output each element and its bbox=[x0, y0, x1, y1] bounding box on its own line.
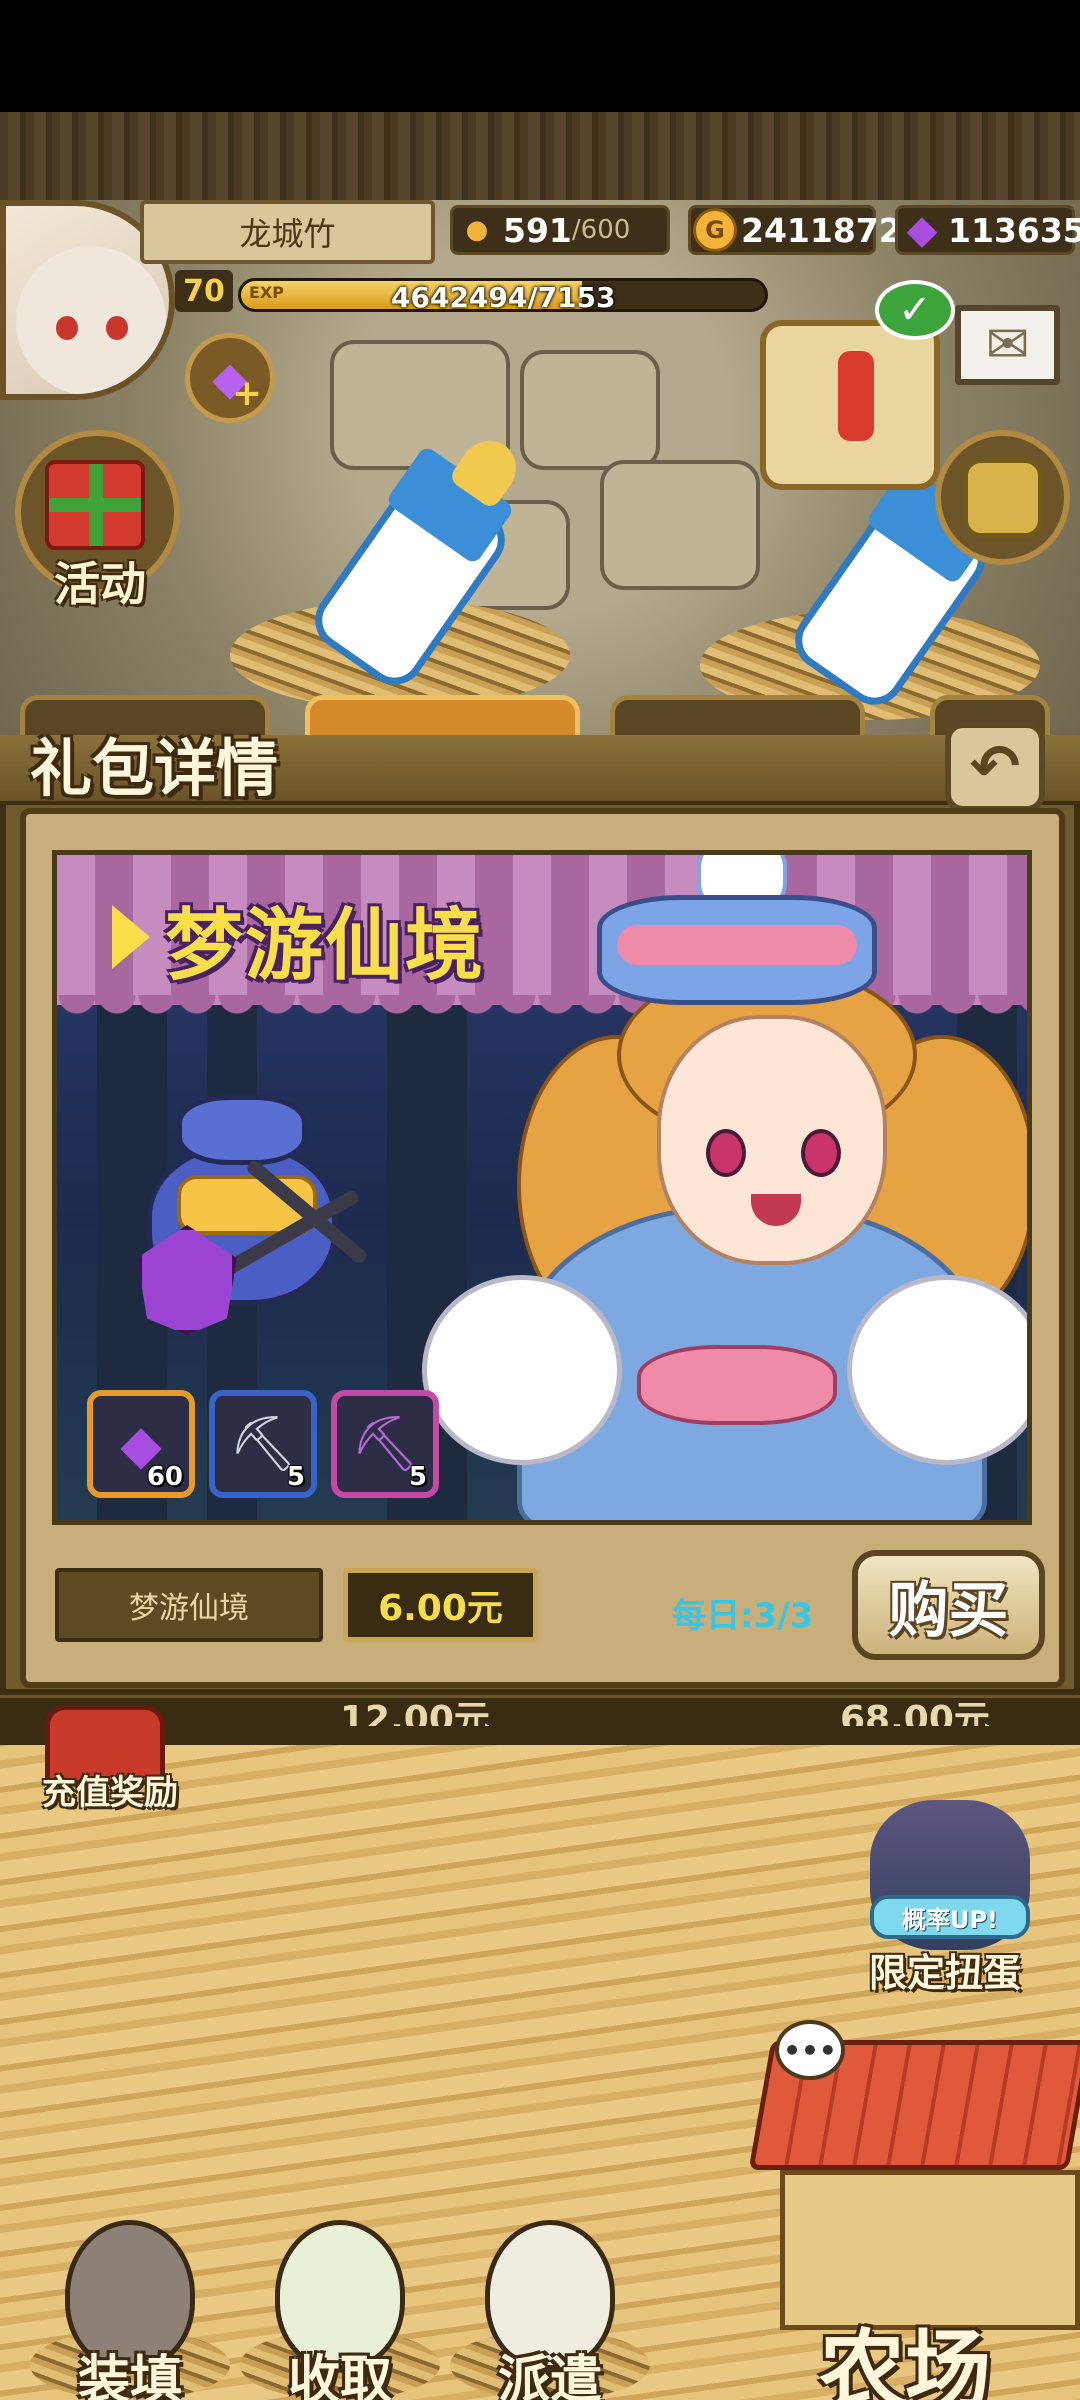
character-face bbox=[657, 1015, 887, 1265]
farm-button[interactable]: 农场 bbox=[748, 2040, 1080, 2400]
dialog-title: 礼包详情 bbox=[30, 732, 279, 805]
envelope-icon: ✉ bbox=[985, 315, 1030, 375]
reward-item-purple-pickaxe[interactable]: ⛏ 5 bbox=[331, 1390, 439, 1498]
pack-price: 6.00元 bbox=[343, 1568, 538, 1642]
item-count: 5 bbox=[286, 1462, 305, 1492]
dispatch-label: 派遣 bbox=[497, 2351, 602, 2400]
gem-icon: ◆ bbox=[906, 207, 938, 253]
reward-item-gem[interactable]: ◆ 60 bbox=[87, 1390, 195, 1498]
daily-limit: 每日:3/3 bbox=[672, 1596, 814, 1636]
dress-bow bbox=[637, 1345, 837, 1425]
exp-value: 4642494/7153 bbox=[391, 281, 616, 312]
speech-bubble-icon: ••• bbox=[775, 2020, 845, 2080]
backpack-button[interactable] bbox=[935, 430, 1070, 565]
play-arrow-icon bbox=[112, 905, 150, 969]
exp-label: EXP bbox=[249, 283, 284, 302]
gold-coin-icon: G bbox=[693, 208, 737, 252]
exp-bar: EXP 4642494/7153 bbox=[238, 278, 768, 312]
stamina-max: /600 bbox=[571, 215, 631, 245]
plus-icon: + bbox=[231, 373, 262, 414]
gold-counter[interactable]: G 2411872 bbox=[688, 205, 902, 255]
pack-price-behind: 12.00元 bbox=[340, 1699, 490, 1726]
player-name: 龙城竹 bbox=[140, 200, 435, 264]
wood-ceiling bbox=[0, 112, 1080, 202]
back-button[interactable]: ↶ bbox=[945, 722, 1045, 812]
item-count: 60 bbox=[146, 1462, 183, 1492]
stone-tile bbox=[520, 350, 660, 470]
checkmark-icon: ✓ bbox=[875, 280, 955, 340]
back-arrow-icon: ↶ bbox=[969, 732, 1021, 802]
player-level: 70 bbox=[175, 270, 233, 312]
pack-name: 梦游仙境 bbox=[55, 1568, 323, 1642]
load-button[interactable]: 装填 bbox=[30, 2220, 230, 2400]
character-sleeve bbox=[847, 1275, 1027, 1465]
dispatch-button[interactable]: 派遣 bbox=[450, 2220, 650, 2400]
gift-bag-icon bbox=[137, 1095, 369, 1335]
gem-counter[interactable]: ◆ 113635 bbox=[895, 205, 1080, 255]
limited-gacha-button[interactable]: 概率UP! 限定扭蛋 bbox=[840, 1800, 1050, 2000]
farm-label: 农场 bbox=[819, 2321, 991, 2400]
buy-gems-button[interactable]: ◆ + bbox=[185, 333, 275, 423]
recharge-reward-label: 充值奖励 bbox=[42, 1773, 178, 1813]
pack-banner: 梦游仙境 ◆ 60 ⛏ 5 ⛏ 5 bbox=[52, 850, 1032, 1525]
backpack-icon bbox=[962, 457, 1043, 538]
buy-button[interactable]: 购买 bbox=[852, 1550, 1045, 1660]
reward-item-blue-pickaxe[interactable]: ⛏ 5 bbox=[209, 1390, 317, 1498]
stamina-current: 591 bbox=[503, 210, 572, 250]
gift-icon bbox=[45, 460, 145, 550]
pack-price-behind: 68.00元 bbox=[840, 1699, 990, 1726]
rate-up-badge: 概率UP! bbox=[870, 1895, 1030, 1939]
activity-label: 活动 bbox=[54, 557, 146, 611]
bottle-nest-left[interactable] bbox=[230, 429, 570, 710]
limited-gacha-label: 限定扭蛋 bbox=[868, 1951, 1021, 1995]
status-bar-area bbox=[0, 0, 1080, 112]
load-label: 装填 bbox=[77, 2351, 182, 2400]
gold-value: 2411872 bbox=[741, 210, 902, 250]
collect-button[interactable]: 收取 bbox=[240, 2220, 440, 2400]
banner-title: 梦游仙境 bbox=[165, 901, 486, 991]
bread-icon: ● bbox=[465, 215, 489, 245]
gem-value: 113635 bbox=[948, 210, 1080, 250]
mail-button[interactable]: ✉ bbox=[955, 305, 1060, 385]
quest-scroll-button[interactable] bbox=[760, 320, 940, 490]
stamina-counter[interactable]: ● 591 /600 bbox=[450, 205, 670, 255]
item-count: 5 bbox=[408, 1462, 427, 1492]
exclamation-icon bbox=[838, 351, 874, 441]
collect-label: 收取 bbox=[287, 2351, 392, 2400]
character-sleeve bbox=[422, 1275, 622, 1465]
